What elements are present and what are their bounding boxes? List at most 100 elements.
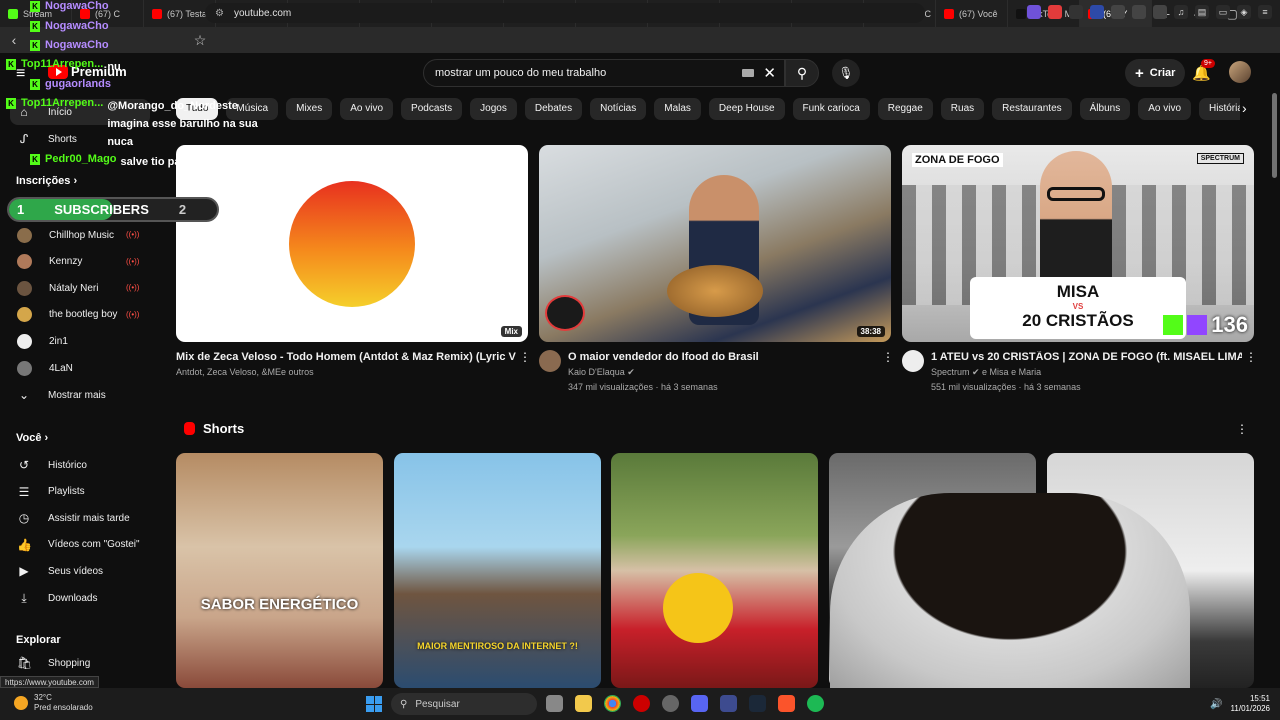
chip-11[interactable]: Reggae bbox=[877, 98, 933, 120]
file-explorer-icon[interactable] bbox=[575, 695, 592, 712]
extension-icon[interactable] bbox=[1048, 5, 1062, 19]
chip-2[interactable]: Mixes bbox=[286, 98, 333, 120]
more-options-icon[interactable]: ⋮ bbox=[1236, 422, 1248, 436]
extension-icon[interactable] bbox=[1111, 5, 1125, 19]
sidebar-item[interactable]: ⤓ Downloads bbox=[0, 585, 155, 611]
chip-7[interactable]: Notícias bbox=[590, 98, 647, 120]
discord-icon[interactable] bbox=[691, 695, 708, 712]
music-icon[interactable]: ♫ bbox=[1174, 5, 1188, 19]
sidebar-item[interactable]: ᔑ Shorts bbox=[0, 126, 155, 152]
scrollbar-thumb[interactable] bbox=[1272, 93, 1277, 178]
chip-1[interactable]: Música bbox=[226, 98, 279, 120]
chip-12[interactable]: Ruas bbox=[940, 98, 985, 120]
volume-icon[interactable]: 🔊 bbox=[1210, 699, 1222, 710]
sidebar-item[interactable]: 4LaN bbox=[0, 355, 155, 381]
you-heading[interactable]: Você › bbox=[16, 432, 48, 444]
video-title[interactable]: Mix de Zeca Veloso - Todo Homem (Antdot … bbox=[176, 351, 516, 363]
sidebar-item[interactable]: ◷ Assistir mais tarde bbox=[0, 505, 155, 531]
spotify-icon[interactable] bbox=[807, 695, 824, 712]
sidebar-item[interactable]: ☰ Playlists bbox=[0, 479, 155, 505]
browser-tab[interactable]: Stream bbox=[0, 0, 72, 27]
chip-4[interactable]: Podcasts bbox=[401, 98, 463, 120]
voice-search-button[interactable]: 🎙 bbox=[832, 59, 860, 87]
short-card[interactable] bbox=[611, 453, 818, 688]
short-card[interactable]: MAIOR MENTIROSO DA INTERNET ?! bbox=[394, 453, 601, 688]
extension-icon[interactable] bbox=[1153, 5, 1167, 19]
taskbar-search[interactable]: ⚲ Pesquisar bbox=[391, 693, 537, 715]
channel-name[interactable]: Spectrum ✔ e Misa e Maria bbox=[931, 367, 1041, 378]
video-thumbnail[interactable]: 38:38 bbox=[539, 145, 891, 342]
video-thumbnail[interactable]: Mix bbox=[176, 145, 528, 342]
obs-icon[interactable] bbox=[662, 695, 679, 712]
extension-icon[interactable] bbox=[1090, 5, 1104, 19]
sidebar-item[interactable]: 🛍 Shopping bbox=[0, 650, 155, 676]
chip-3[interactable]: Ao vivo bbox=[340, 98, 394, 120]
channel-name[interactable]: Kaio D'Elaqua ✔ bbox=[568, 367, 635, 378]
chevron-right-icon[interactable]: › bbox=[1242, 100, 1247, 116]
hamburger-menu-icon[interactable]: ≡ bbox=[16, 65, 25, 83]
sidebar-item[interactable]: 2in1 bbox=[0, 328, 155, 354]
sidebar-item[interactable]: ▶ Seus vídeos bbox=[0, 558, 155, 584]
weather-widget[interactable]: 32°C Pred ensolarado bbox=[14, 693, 93, 713]
search-input[interactable]: mostrar um pouco do meu trabalho ✕ bbox=[423, 59, 785, 87]
task-view-icon[interactable] bbox=[546, 695, 563, 712]
keyboard-icon[interactable] bbox=[742, 69, 754, 77]
channel-name[interactable]: Antdot, Zeca Veloso, &MEe outros bbox=[176, 367, 314, 377]
extension-icon[interactable] bbox=[1132, 5, 1146, 19]
browser-tab[interactable]: (67) C bbox=[72, 0, 144, 27]
chip-6[interactable]: Debates bbox=[524, 98, 583, 120]
chip-5[interactable]: Jogos bbox=[470, 98, 517, 120]
search-button[interactable]: ⚲ bbox=[785, 59, 819, 87]
sidebar-item[interactable]: ↺ Histórico bbox=[0, 452, 155, 478]
extension-icon[interactable] bbox=[1069, 5, 1083, 19]
sidebar-item[interactable]: Nátaly Neri ((•)) bbox=[0, 275, 155, 301]
page-scrollbar[interactable] bbox=[1271, 93, 1278, 688]
create-button[interactable]: + Criar bbox=[1125, 59, 1186, 87]
chip-10[interactable]: Funk carioca bbox=[792, 98, 870, 120]
sidebar-item[interactable]: 👍 Vídeos com "Gostei" bbox=[0, 532, 155, 558]
video-title[interactable]: 1 ATEU vs 20 CRISTÃOS | ZONA DE FOGO (ft… bbox=[931, 351, 1242, 363]
video-title[interactable]: O maior vendedor do Ifood do Brasil bbox=[568, 351, 879, 363]
chrome-icon[interactable] bbox=[604, 695, 621, 712]
clear-search-icon[interactable]: ✕ bbox=[763, 64, 776, 82]
sidebar-item[interactable]: ⌂ Início bbox=[10, 99, 150, 125]
chip-14[interactable]: Álbuns bbox=[1079, 98, 1131, 120]
chip-9[interactable]: Deep House bbox=[708, 98, 785, 120]
notifications-button[interactable]: 🔔 9+ bbox=[1192, 59, 1215, 82]
steam-icon[interactable] bbox=[749, 695, 766, 712]
browser-tab[interactable]: (67) Você bbox=[936, 0, 1008, 27]
sidebar-item[interactable]: the bootleg boy ((•)) bbox=[0, 302, 155, 328]
sidebar-item[interactable]: Chillhop Music ((•)) bbox=[0, 222, 155, 248]
channel-avatar[interactable] bbox=[902, 350, 924, 372]
sidebar-item[interactable]: ⌄ Mostrar mais bbox=[0, 382, 155, 408]
brave-icon[interactable] bbox=[778, 695, 795, 712]
windows-start-icon[interactable] bbox=[366, 696, 382, 712]
menu-icon[interactable]: ≡ bbox=[1258, 5, 1272, 19]
chip-8[interactable]: Malas bbox=[654, 98, 701, 120]
short-card[interactable]: SABOR ENERGÉTICO bbox=[176, 453, 383, 688]
wallet-icon[interactable]: ▭ bbox=[1216, 5, 1230, 19]
chip-15[interactable]: Ao vivo bbox=[1138, 98, 1192, 120]
more-options-icon[interactable]: ⋮ bbox=[882, 350, 894, 364]
video-thumbnail[interactable]: MISA VS 20 CRISTÃOS ZONA DE FOGO SPECTRUM 136 bbox=[902, 145, 1254, 342]
app-icon[interactable] bbox=[720, 695, 737, 712]
chip-0[interactable]: Tudo bbox=[176, 98, 219, 120]
opera-icon[interactable] bbox=[633, 695, 650, 712]
chip-13[interactable]: Restaurantes bbox=[992, 98, 1072, 120]
vpn-icon[interactable]: ◈ bbox=[1237, 5, 1251, 19]
youtube-premium-logo[interactable]: Premium bbox=[48, 64, 127, 79]
chip-16[interactable]: História bbox=[1199, 98, 1240, 120]
sidebar-icon[interactable]: ▤ bbox=[1195, 5, 1209, 19]
subscriptions-heading[interactable]: Inscrições › bbox=[16, 175, 77, 187]
sidebar-item[interactable]: Kennzy ((•)) bbox=[0, 249, 155, 275]
more-options-icon[interactable]: ⋮ bbox=[519, 350, 531, 364]
site-info-icon[interactable]: ⚙ bbox=[215, 8, 224, 19]
bookmark-icon[interactable]: ☆ bbox=[189, 32, 211, 49]
clock[interactable]: 15:51 11/01/2026 bbox=[1231, 694, 1270, 714]
back-icon[interactable]: ‹ bbox=[3, 32, 25, 48]
url-input[interactable]: ⚙ youtube.com bbox=[205, 3, 925, 23]
channel-avatar[interactable] bbox=[539, 350, 561, 372]
avatar[interactable] bbox=[1229, 61, 1251, 83]
extension-icon[interactable] bbox=[1027, 5, 1041, 19]
more-options-icon[interactable]: ⋮ bbox=[1245, 350, 1257, 364]
